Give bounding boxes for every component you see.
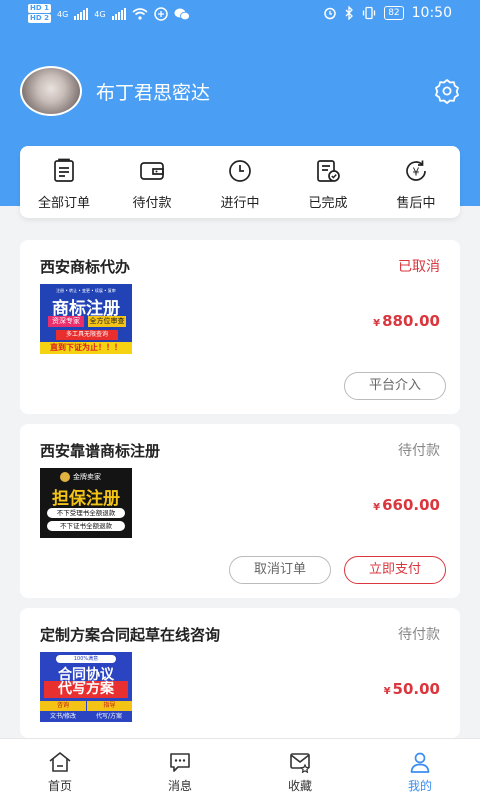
order-pending-payment-label: 待付款 — [132, 196, 172, 211]
tab-favorites-label: 收藏 — [287, 779, 312, 793]
vibrate-icon — [363, 6, 376, 20]
gold-badge-icon — [60, 472, 70, 482]
favorite-icon — [290, 753, 311, 773]
order-title: 定制方案合同起草在线咨询 — [40, 626, 221, 644]
svg-text:¥: ¥ — [413, 166, 420, 179]
thumb-line-2: 不下证书全额退款 — [47, 521, 125, 531]
thumb-main-text: 担保注册 — [52, 489, 120, 509]
tab-messages-label: 消息 — [167, 779, 192, 793]
thumb-top-text: 金牌卖家 — [73, 473, 101, 481]
cancel-order-button[interactable]: 取消订单 — [229, 556, 331, 584]
order-status: 待付款 — [398, 627, 440, 643]
refund-icon: ¥ — [406, 160, 426, 181]
home-icon — [49, 752, 71, 772]
tab-home[interactable]: 首页 — [0, 739, 120, 800]
product-thumbnail[interactable]: 金牌卖家 担保注册 不下受理书全额退款 不下证书全额退款 — [40, 468, 132, 538]
tab-favorites[interactable]: 收藏 — [240, 739, 360, 800]
order-in-progress-button[interactable]: 进行中 — [196, 146, 284, 218]
tab-profile[interactable]: 我的 — [360, 739, 480, 800]
order-card[interactable]: 西安商标代办 已取消 注册 • 转让 • 变更 • 续展 • 复审 商标注册 资… — [20, 240, 460, 414]
thumb-tag-1: 咨询 — [40, 701, 86, 711]
order-price: ¥880.00 — [373, 312, 440, 330]
clock-icon — [229, 160, 251, 182]
thumb-strip: 多工具无限查询 — [56, 330, 118, 340]
tab-profile-label: 我的 — [407, 779, 432, 793]
order-all-button[interactable]: 全部订单 — [20, 146, 108, 218]
username[interactable]: 布丁君思密达 — [96, 78, 210, 105]
hd-indicator: HD 1 HD 2 — [28, 4, 51, 23]
tab-messages[interactable]: 消息 — [120, 739, 240, 800]
status-bar: HD 1 HD 2 4G 4G 82 10:50 — [0, 0, 480, 28]
order-card[interactable]: 西安靠谱商标注册 待付款 金牌卖家 担保注册 不下受理书全额退款 不下证书全额退… — [20, 424, 460, 598]
thumb-main-text-2: 代写方案 — [44, 681, 128, 698]
profile-icon — [410, 752, 430, 773]
alarm-icon — [324, 7, 336, 20]
order-price: ¥660.00 — [373, 496, 440, 514]
order-title: 西安靠谱商标注册 — [40, 442, 161, 460]
thumb-foot-2: 代写/方案 — [95, 713, 123, 720]
order-pending-payment-button[interactable]: 待付款 — [108, 146, 196, 218]
product-thumbnail[interactable]: 100%满意 合同协议 代写方案 咨询 指导 文书/修改 代写/方案 — [40, 652, 132, 722]
thumb-tag-2: 指导 — [86, 701, 132, 711]
signal-icon — [74, 8, 89, 20]
order-completed-label: 已完成 — [308, 196, 348, 211]
thumb-tag-1: 资深专家 — [48, 316, 84, 327]
order-in-progress-label: 进行中 — [220, 196, 260, 211]
product-thumbnail[interactable]: 注册 • 转让 • 变更 • 续展 • 复审 商标注册 资深专家 全方位审查 多… — [40, 284, 132, 354]
bluetooth-icon — [345, 6, 354, 20]
order-status-menu: 全部订单 待付款 进行中 已完成 ¥ 售后中 — [20, 146, 460, 218]
list-icon — [54, 158, 74, 182]
pay-now-button[interactable]: 立即支付 — [344, 556, 446, 584]
thumb-foot-1: 文书/修改 — [49, 713, 77, 720]
settings-gear-icon[interactable] — [434, 78, 460, 104]
platform-intervention-button[interactable]: 平台介入 — [344, 372, 446, 400]
order-price: ¥50.00 — [383, 680, 440, 698]
battery-indicator: 82 — [384, 6, 404, 20]
message-icon — [170, 753, 190, 772]
payment-app-icon — [153, 7, 168, 21]
wifi-icon — [132, 8, 148, 20]
order-title: 西安商标代办 — [40, 258, 131, 276]
order-status: 已取消 — [398, 259, 440, 275]
signal-icon-2 — [111, 8, 126, 20]
thumb-tag-2: 全方位审查 — [88, 316, 126, 327]
wallet-icon — [140, 162, 164, 180]
thumb-top-text: 100%满意 — [56, 655, 116, 663]
order-all-label: 全部订单 — [37, 196, 90, 211]
wechat-icon — [174, 8, 190, 21]
order-after-sale-label: 售后中 — [396, 196, 436, 211]
tab-home-label: 首页 — [47, 779, 72, 793]
order-card[interactable]: 定制方案合同起草在线咨询 待付款 100%满意 合同协议 代写方案 咨询 指导 … — [20, 608, 460, 738]
profile-header: 布丁君思密达 — [20, 66, 460, 116]
bottom-tab-bar: 首页 消息 收藏 我的 — [0, 738, 480, 800]
order-status: 待付款 — [398, 443, 440, 459]
order-completed-button[interactable]: 已完成 — [284, 146, 372, 218]
thumb-line-1: 不下受理书全额退款 — [47, 508, 125, 518]
avatar[interactable] — [20, 66, 82, 116]
network-type-1: 4G — [56, 9, 69, 19]
network-type-2: 4G — [94, 9, 106, 19]
clock-time: 10:50 — [411, 5, 452, 21]
order-after-sale-button[interactable]: ¥ 售后中 — [372, 146, 460, 218]
completed-doc-icon — [317, 160, 340, 182]
thumb-bottom-text: 直到下证为止！！！ — [40, 342, 132, 354]
